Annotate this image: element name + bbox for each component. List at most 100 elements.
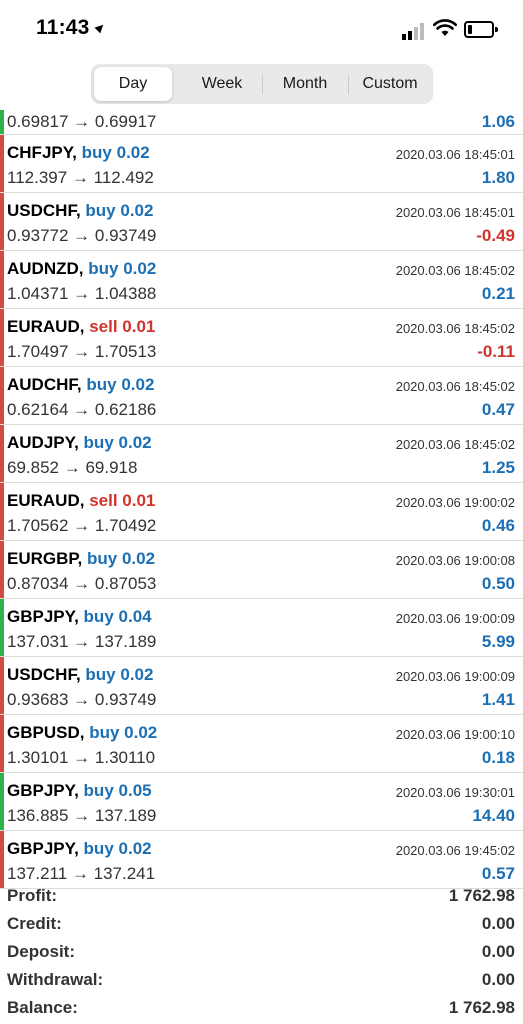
summary-label: Balance: xyxy=(7,998,78,1017)
deal-row[interactable]: GBPJPY, buy 0.04 137.031 → 137.189 2020.03… xyxy=(0,599,523,657)
deal-prices: 0.69817 → 0.69917 xyxy=(7,112,157,131)
deal-prices: 0.93772 → 0.93749 xyxy=(7,226,157,245)
deal-volume: 0.02 xyxy=(124,723,158,742)
summary-label: Withdrawal: xyxy=(7,970,104,989)
deal-side: sell xyxy=(89,491,118,510)
deal-row[interactable]: GBPUSD, buy 0.02 1.30101 → 1.30110 2020.03… xyxy=(0,715,523,773)
summary-row: Balance: 1 762.98 xyxy=(0,994,523,1022)
deal-symbol-line: USDCHF, buy 0.02 xyxy=(7,201,153,221)
deal-row[interactable]: USDCHF, buy 0.02 0.93772 → 0.93749 2020.03… xyxy=(0,193,523,251)
deal-datetime: 2020.03.06 19:00:02 xyxy=(395,495,515,510)
deal-row[interactable]: 0.69817 → 0.69917 1.06 xyxy=(0,110,523,135)
deal-indicator-bar xyxy=(0,251,4,308)
segment-week[interactable]: Week xyxy=(177,67,267,101)
deal-symbol: USDCHF, xyxy=(7,201,81,220)
deal-profit: 14.40 xyxy=(472,806,515,825)
deal-datetime: 2020.03.06 19:00:10 xyxy=(395,727,515,742)
clock: 11:43▲ xyxy=(36,16,112,40)
deal-row[interactable]: CHFJPY, buy 0.02 112.397 → 112.492 2020.03… xyxy=(0,135,523,193)
deal-profit: 1.25 xyxy=(481,458,515,477)
deal-indicator-bar xyxy=(0,193,4,250)
deal-indicator-bar xyxy=(0,773,4,830)
deal-indicator-bar xyxy=(0,831,4,888)
deal-datetime: 2020.03.06 19:00:09 xyxy=(395,669,515,684)
deal-side: buy xyxy=(83,839,114,858)
deal-row[interactable]: EURAUD, sell 0.01 1.70562 → 1.70492 2020.0… xyxy=(0,483,523,541)
deal-datetime: 2020.03.06 19:30:01 xyxy=(395,785,515,800)
summary-value: 1 762.98 xyxy=(448,998,515,1017)
deal-symbol-line: AUDJPY, buy 0.02 xyxy=(7,433,152,453)
deal-symbol: GBPUSD, xyxy=(7,723,85,742)
deal-prices: 0.62164 → 0.62186 xyxy=(7,400,157,419)
deal-prices: 1.70497 → 1.70513 xyxy=(7,342,157,361)
deal-row[interactable]: EURGBP, buy 0.02 0.87034 → 0.87053 2020.03… xyxy=(0,541,523,599)
deal-indicator-bar xyxy=(0,309,4,366)
location-arrow-icon: ▲ xyxy=(89,16,112,38)
deal-prices: 112.397 → 112.492 xyxy=(7,168,154,187)
deal-symbol-line: EURGBP, buy 0.02 xyxy=(7,549,155,569)
deal-indicator-bar xyxy=(0,135,4,192)
deal-side: buy xyxy=(87,549,118,568)
deal-volume: 0.04 xyxy=(118,607,152,626)
deal-volume: 0.02 xyxy=(120,201,154,220)
summary-panel: Profit: 1 762.98 Credit: 0.00 Deposit: 0.00 Wi… xyxy=(0,882,523,1022)
deal-datetime: 2020.03.06 18:45:02 xyxy=(395,263,515,278)
summary-value: 0.00 xyxy=(481,914,515,933)
deal-prices: 136.885 → 137.189 xyxy=(7,806,157,825)
deal-symbol-line: GBPJPY, buy 0.02 xyxy=(7,839,152,859)
deal-row[interactable]: AUDCHF, buy 0.02 0.62164 → 0.62186 2020.03… xyxy=(0,367,523,425)
deal-symbol-line: USDCHF, buy 0.02 xyxy=(7,665,153,685)
deal-profit: 0.18 xyxy=(481,748,515,767)
cellular-signal-icon xyxy=(402,22,428,40)
deal-volume: 0.02 xyxy=(121,549,156,568)
deal-row[interactable]: USDCHF, buy 0.02 0.93683 → 0.93749 2020.03… xyxy=(0,657,523,715)
deal-symbol: AUDJPY, xyxy=(7,433,79,452)
deal-row[interactable]: GBPJPY, buy 0.02 137.211 → 137.241 2020.03… xyxy=(0,831,523,889)
deal-symbol: GBPJPY, xyxy=(7,607,79,626)
segment-day[interactable]: Day xyxy=(94,67,172,101)
deal-volume: 0.02 xyxy=(118,839,152,858)
deals-list: 0.69817 → 0.69917 1.06 CHFJPY, buy 0.02 1… xyxy=(0,110,523,889)
deal-profit: -0.11 xyxy=(477,342,515,361)
deal-row[interactable]: AUDNZD, buy 0.02 1.04371 → 1.04388 2020.03… xyxy=(0,251,523,309)
deal-volume: 0.02 xyxy=(118,433,152,452)
clock-time: 11:43 xyxy=(36,16,90,39)
segment-custom[interactable]: Custom xyxy=(349,67,431,101)
deal-volume: 0.02 xyxy=(123,259,157,278)
summary-label: Credit: xyxy=(7,914,62,933)
deal-symbol-line: EURAUD, sell 0.01 xyxy=(7,317,155,337)
period-segmented-control: Day Week Month Custom xyxy=(91,64,433,104)
deal-profit: 0.47 xyxy=(481,400,515,419)
deal-volume: 0.02 xyxy=(120,665,154,684)
deal-symbol: CHFJPY, xyxy=(7,143,77,162)
summary-row: Profit: 1 762.98 xyxy=(0,882,523,910)
deal-volume: 0.05 xyxy=(118,781,152,800)
wifi-icon xyxy=(433,19,457,36)
deal-prices: 0.87034 → 0.87053 xyxy=(7,574,157,593)
deal-profit: 0.50 xyxy=(481,574,515,593)
battery-icon xyxy=(464,21,498,38)
deal-indicator-bar xyxy=(0,425,4,482)
deal-row[interactable]: GBPJPY, buy 0.05 136.885 → 137.189 2020.03… xyxy=(0,773,523,831)
deal-indicator-bar xyxy=(0,541,4,598)
deal-profit: 0.57 xyxy=(481,864,515,883)
deal-datetime: 2020.03.06 18:45:02 xyxy=(395,379,515,394)
deal-volume: 0.01 xyxy=(122,317,156,336)
deal-side: buy xyxy=(86,375,117,394)
deal-side: buy xyxy=(89,723,120,742)
deal-profit: 1.80 xyxy=(481,168,515,187)
deal-datetime: 2020.03.06 19:00:08 xyxy=(395,553,515,568)
deal-indicator-bar xyxy=(0,110,4,134)
deal-symbol-line: AUDNZD, buy 0.02 xyxy=(7,259,156,279)
summary-value: 0.00 xyxy=(481,970,515,989)
deal-symbol: USDCHF, xyxy=(7,665,81,684)
segment-month[interactable]: Month xyxy=(263,67,347,101)
deal-symbol-line: GBPJPY, buy 0.04 xyxy=(7,607,152,627)
deal-datetime: 2020.03.06 18:45:02 xyxy=(395,437,515,452)
deal-symbol-line: EURAUD, sell 0.01 xyxy=(7,491,155,511)
deal-row[interactable]: EURAUD, sell 0.01 1.70497 → 1.70513 2020.0… xyxy=(0,309,523,367)
deal-datetime: 2020.03.06 18:45:01 xyxy=(395,147,515,162)
deal-side: buy xyxy=(83,781,114,800)
deal-side: buy xyxy=(83,433,114,452)
deal-row[interactable]: AUDJPY, buy 0.02 69.852 → 69.918 2020.03.0… xyxy=(0,425,523,483)
